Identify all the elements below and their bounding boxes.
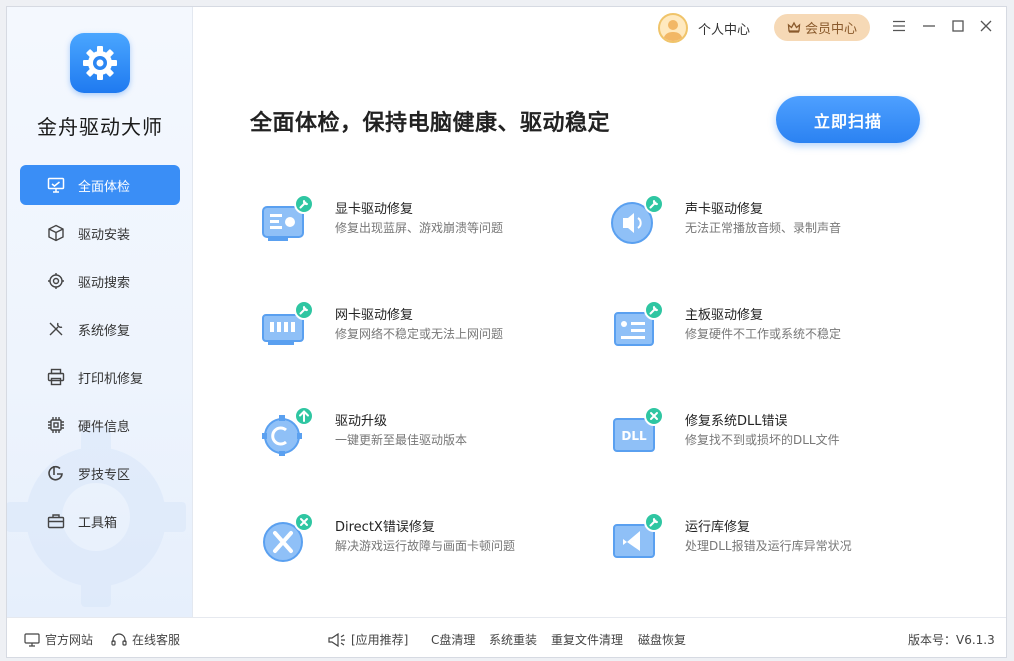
close-icon — [980, 20, 992, 32]
scan-now-button[interactable]: 立即扫描 — [776, 96, 920, 143]
app-recommend: [应用推荐] — [328, 631, 408, 648]
official-website-label: 官方网站 — [45, 633, 94, 647]
app-name: 金舟驱动大师 — [37, 115, 163, 139]
feature-title: 运行库修复 — [685, 520, 751, 535]
feature-directx-error-repair[interactable]: DirectX错误修复 解决游戏运行故障与画面卡顿问题 — [260, 511, 580, 567]
top-bar: 个人中心 会员中心 — [646, 7, 1006, 47]
gear-search-icon — [46, 271, 66, 291]
feature-title: 显卡驱动修复 — [335, 202, 414, 217]
feature-title: DirectX错误修复 — [335, 520, 435, 535]
monitor-check-icon — [46, 175, 66, 195]
online-support-label: 在线客服 — [132, 633, 181, 647]
sidebar-item-label: 驱动搜索 — [78, 275, 131, 291]
directx-icon — [263, 512, 314, 562]
sidebar-item-toolbox[interactable]: 工具箱 — [20, 501, 180, 541]
sidebar-nav: 全面体检 驱动安装 驱动搜索 系统修复 打印机修复 硬件信息 罗技专区 工具箱 — [20, 165, 180, 549]
close-button[interactable] — [977, 17, 995, 35]
wrench-tools-icon — [46, 319, 66, 339]
version-label: 版本号： — [908, 633, 957, 647]
vip-center-button[interactable]: 会员中心 — [774, 14, 870, 41]
cube-install-icon — [46, 223, 66, 243]
upgrade-gear-icon — [262, 406, 314, 456]
sidebar-item-logitech[interactable]: 罗技专区 — [20, 453, 180, 493]
version-info: 版本号： V6.1.3 — [908, 631, 995, 648]
feature-description: 无法正常播放音频、录制声音 — [685, 221, 842, 235]
feature-description: 一键更新至最佳驱动版本 — [335, 433, 468, 447]
sidebar-item-printer-repair[interactable]: 打印机修复 — [20, 357, 180, 397]
sidebar-item-full-check[interactable]: 全面体检 — [20, 165, 180, 205]
footer-bar: 官方网站 在线客服 [应用推荐] C盘清理 系统重装 重复文件清理 磁盘恢复 版… — [7, 617, 1006, 657]
sidebar-item-hardware-info[interactable]: 硬件信息 — [20, 405, 180, 445]
footer-link-system-reinstall[interactable]: 系统重装 — [489, 631, 537, 648]
footer-link-disk-recovery[interactable]: 磁盘恢复 — [638, 631, 686, 648]
menu-button[interactable] — [890, 17, 908, 35]
motherboard-icon — [614, 300, 664, 346]
footer-link-duplicate-file-clean[interactable]: 重复文件清理 — [551, 631, 623, 648]
feature-runtime-library-repair[interactable]: 运行库修复 处理DLL报错及运行库异常状况 — [610, 511, 930, 567]
printer-icon — [46, 367, 66, 387]
app-recommend-label: [应用推荐] — [351, 633, 409, 647]
version-number: V6.1.3 — [956, 632, 995, 647]
online-support-link[interactable]: 在线客服 — [111, 631, 180, 648]
sidebar: 金舟驱动大师 全面体检 驱动安装 驱动搜索 系统修复 打印机修复 硬件信息 罗技… — [7, 7, 193, 617]
crown-icon — [787, 21, 801, 33]
minimize-icon — [923, 25, 935, 27]
vip-center-label: 会员中心 — [804, 22, 857, 37]
sidebar-item-label: 全面体检 — [78, 179, 131, 195]
page-title: 全面体检，保持电脑健康、驱动稳定 — [250, 111, 611, 136]
feature-title: 修复系统DLL错误 — [685, 414, 788, 429]
feature-title: 网卡驱动修复 — [335, 308, 414, 323]
toolbox-icon — [46, 511, 66, 531]
sidebar-item-label: 工具箱 — [78, 515, 118, 531]
sidebar-item-label: 打印机修复 — [78, 371, 144, 387]
footer-link-c-drive-clean[interactable]: C盘清理 — [431, 631, 475, 648]
sidebar-item-label: 罗技专区 — [78, 467, 131, 483]
headset-icon — [111, 632, 127, 646]
user-avatar-icon — [663, 20, 683, 41]
feature-description: 修复网络不稳定或无法上网问题 — [335, 327, 504, 341]
sidebar-item-label: 驱动安装 — [78, 227, 131, 243]
megaphone-icon — [328, 632, 345, 647]
logitech-icon — [46, 463, 66, 483]
feature-title: 主板驱动修复 — [685, 308, 764, 323]
feature-network-driver-repair[interactable]: 网卡驱动修复 修复网络不稳定或无法上网问题 — [260, 299, 580, 355]
feature-description: 修复硬件不工作或系统不稳定 — [685, 327, 842, 341]
feature-description: 修复出现蓝屏、游戏崩溃等问题 — [335, 221, 504, 235]
feature-graphics-driver-repair[interactable]: 显卡驱动修复 修复出现蓝屏、游戏崩溃等问题 — [260, 193, 580, 249]
feature-description: 修复找不到或损坏的DLL文件 — [685, 433, 840, 447]
official-website-link[interactable]: 官方网站 — [24, 631, 93, 648]
graphics-card-icon — [262, 194, 314, 241]
chip-icon — [46, 415, 66, 435]
minimize-button[interactable] — [920, 17, 938, 35]
svg-text:DLL: DLL — [621, 429, 647, 443]
feature-description: 处理DLL报错及运行库异常状况 — [685, 539, 852, 553]
app-logo — [70, 33, 130, 93]
dll-icon: DLL — [613, 406, 664, 452]
feature-description: 解决游戏运行故障与画面卡顿问题 — [335, 539, 516, 553]
maximize-button[interactable] — [949, 17, 967, 35]
network-card-icon — [262, 300, 314, 345]
sidebar-item-label: 硬件信息 — [78, 419, 131, 435]
feature-dll-error-repair[interactable]: DLL 修复系统DLL错误 修复找不到或损坏的DLL文件 — [610, 405, 930, 461]
sidebar-item-label: 系统修复 — [78, 323, 131, 339]
feature-title: 驱动升级 — [335, 414, 388, 429]
speaker-icon — [611, 194, 664, 244]
feature-motherboard-driver-repair[interactable]: 主板驱动修复 修复硬件不工作或系统不稳定 — [610, 299, 930, 355]
sidebar-item-driver-install[interactable]: 驱动安装 — [20, 213, 180, 253]
avatar[interactable] — [658, 13, 688, 43]
maximize-icon — [952, 20, 964, 32]
feature-driver-upgrade[interactable]: 驱动升级 一键更新至最佳驱动版本 — [260, 405, 580, 461]
sidebar-item-driver-search[interactable]: 驱动搜索 — [20, 261, 180, 301]
app-window: 金舟驱动大师 全面体检 驱动安装 驱动搜索 系统修复 打印机修复 硬件信息 罗技… — [6, 6, 1007, 658]
user-center-link[interactable]: 个人中心 — [698, 19, 750, 38]
gear-logo-icon — [83, 46, 117, 80]
hamburger-menu-icon — [893, 20, 905, 32]
runtime-library-icon — [613, 512, 664, 558]
feature-title: 声卡驱动修复 — [685, 202, 764, 217]
monitor-icon — [24, 632, 40, 647]
feature-sound-driver-repair[interactable]: 声卡驱动修复 无法正常播放音频、录制声音 — [610, 193, 930, 249]
sidebar-item-system-repair[interactable]: 系统修复 — [20, 309, 180, 349]
